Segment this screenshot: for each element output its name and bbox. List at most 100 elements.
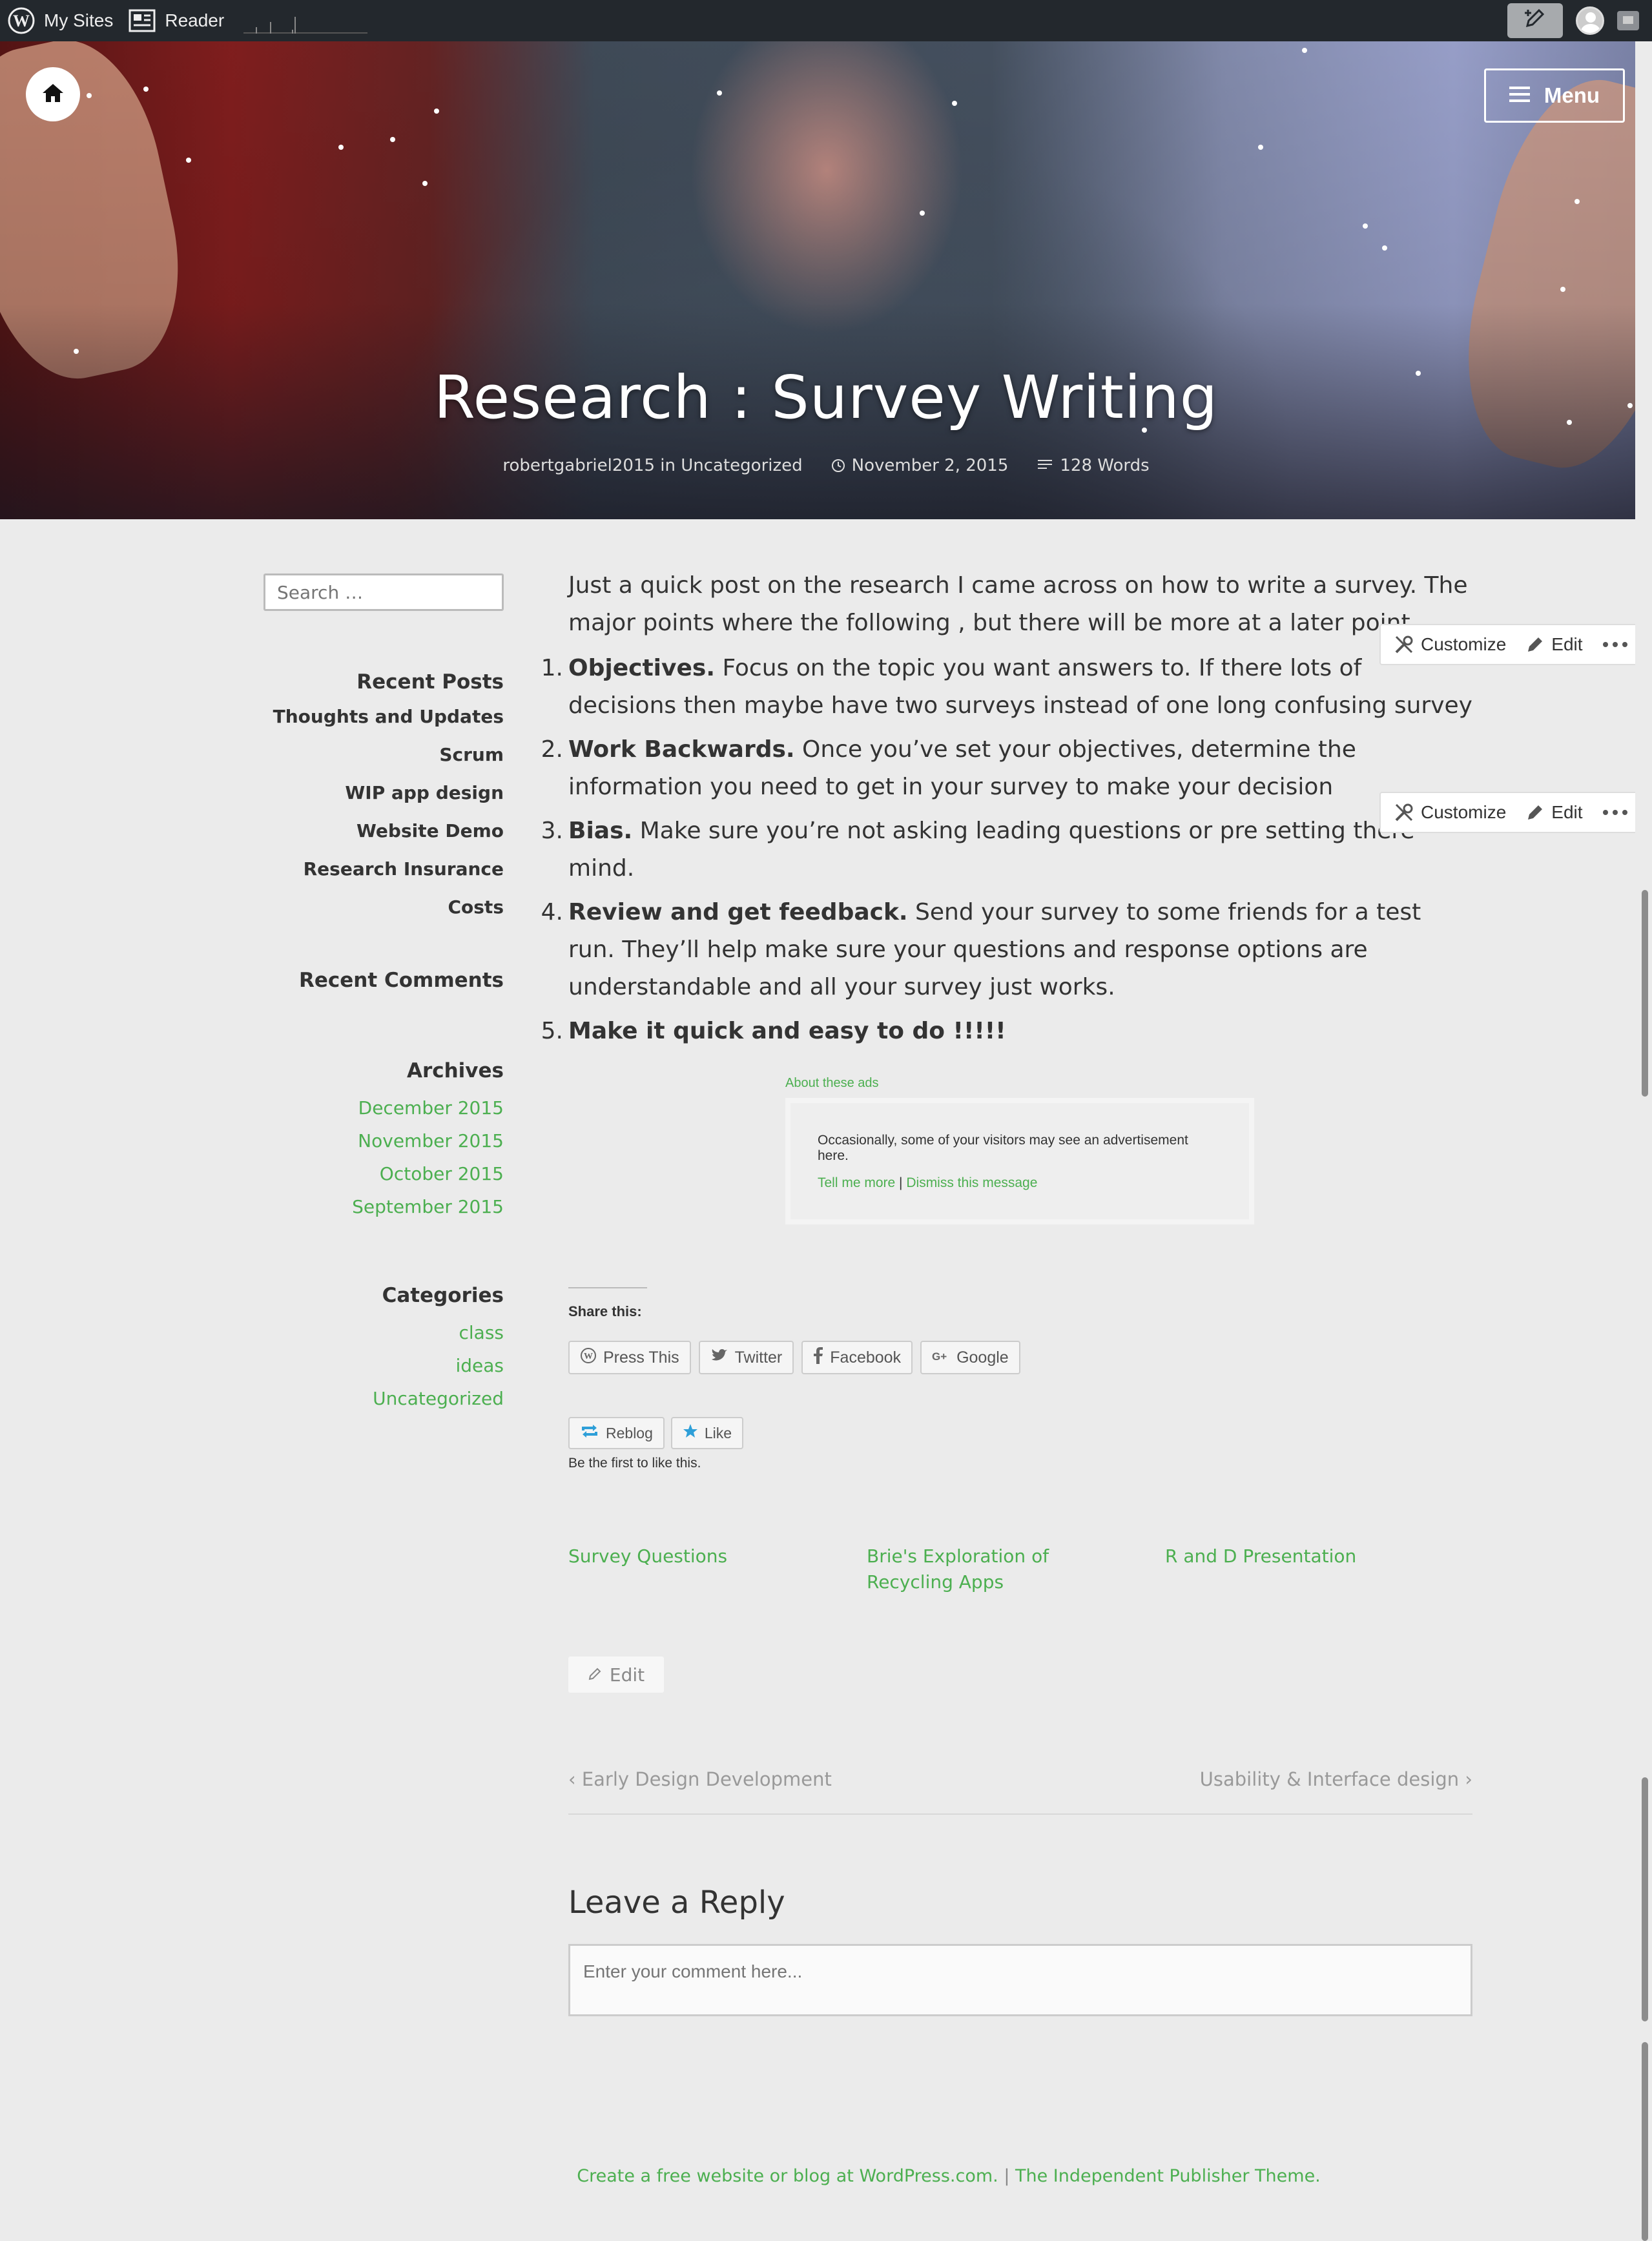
list-number: 2. xyxy=(541,736,563,763)
list-item: 1. Objectives. Focus on the topic you wan… xyxy=(541,650,1472,725)
snow-dot xyxy=(1363,223,1368,229)
more-options-icon[interactable] xyxy=(1602,809,1628,816)
recent-post-link[interactable]: Website Demo xyxy=(263,812,504,850)
point-heading: Bias. xyxy=(568,818,633,844)
press-this-label: Press This xyxy=(603,1348,679,1367)
point-heading: Objectives. xyxy=(568,655,716,681)
post-date: November 2, 2015 xyxy=(851,456,1009,475)
pencil-icon xyxy=(1525,803,1545,822)
about-ads-link[interactable]: About these ads xyxy=(785,1076,879,1091)
post-intro: Just a quick post on the research I came… xyxy=(568,572,1468,636)
google-share-button[interactable]: G+ Google xyxy=(920,1341,1020,1374)
archive-link[interactable]: September 2015 xyxy=(263,1190,504,1223)
scrollbar-thumb[interactable] xyxy=(1642,2042,1648,2241)
edit-button[interactable]: Edit xyxy=(1525,634,1583,655)
archives-list: December 2015 November 2015 October 2015… xyxy=(263,1091,504,1223)
share-title: Share this: xyxy=(568,1303,642,1319)
footer-separator: | xyxy=(998,2166,1015,2186)
recent-comments-title: Recent Comments xyxy=(299,969,504,992)
category-link[interactable]: class xyxy=(263,1316,504,1349)
user-avatar[interactable] xyxy=(1576,6,1604,35)
categories-list: class ideas Uncategorized xyxy=(263,1316,504,1415)
archive-link[interactable]: December 2015 xyxy=(263,1091,504,1124)
survey-points-list: 1. Objectives. Focus on the topic you wan… xyxy=(541,650,1472,1050)
list-item: 2. Work Backwards. Once you’ve set your o… xyxy=(541,731,1472,806)
stats-sparkline[interactable] xyxy=(243,8,368,34)
share-divider xyxy=(568,1287,647,1288)
like-note: Be the first to like this. xyxy=(568,1456,701,1471)
scrollbar-thumb[interactable] xyxy=(1642,1777,1648,2021)
dismiss-message-link[interactable]: Dismiss this message xyxy=(906,1175,1037,1190)
ad-message: Occasionally, some of your visitors may … xyxy=(818,1133,1188,1163)
category-link[interactable]: Uncategorized xyxy=(263,1382,504,1415)
list-item: 3. Bias. Make sure you’re not asking lead… xyxy=(541,812,1472,887)
recent-posts-list: Thoughts and Updates Scrum WIP app desig… xyxy=(263,697,504,926)
search-input[interactable] xyxy=(263,573,504,611)
snow-dot xyxy=(952,101,957,106)
related-post-link[interactable]: Brie's Exploration of Recycling Apps xyxy=(867,1544,1165,1595)
my-sites-menu[interactable]: W My Sites xyxy=(0,0,121,41)
snow-dot xyxy=(1302,48,1307,53)
facebook-share-button[interactable]: Facebook xyxy=(801,1341,913,1374)
scrollbar-thumb[interactable] xyxy=(1642,890,1648,1097)
reblog-button[interactable]: Reblog xyxy=(568,1417,665,1449)
tell-me-more-link[interactable]: Tell me more xyxy=(818,1175,895,1190)
related-post-link[interactable]: Survey Questions xyxy=(568,1544,867,1595)
recent-post-link[interactable]: Research Insurance Costs xyxy=(263,850,504,926)
previous-post-link[interactable]: ‹ Early Design Development xyxy=(568,1768,832,1790)
archive-link[interactable]: October 2015 xyxy=(263,1157,504,1190)
tools-icon xyxy=(1394,634,1414,655)
customize-button[interactable]: Customize xyxy=(1394,634,1506,655)
list-number: 5. xyxy=(541,1018,563,1044)
category-link[interactable]: ideas xyxy=(263,1349,504,1382)
more-options-icon[interactable] xyxy=(1602,641,1628,648)
edit-label: Edit xyxy=(609,1664,645,1686)
edit-button[interactable]: Edit xyxy=(1525,802,1583,823)
header-overlay xyxy=(0,41,1652,519)
snow-dot xyxy=(1382,245,1387,251)
menu-label: Menu xyxy=(1544,83,1600,107)
star-icon xyxy=(683,1423,698,1443)
press-this-button[interactable]: W Press This xyxy=(568,1341,691,1374)
archive-link[interactable]: November 2015 xyxy=(263,1124,504,1157)
reblog-label: Reblog xyxy=(606,1424,653,1441)
facebook-label: Facebook xyxy=(830,1348,902,1367)
post-content: Just a quick post on the research I came… xyxy=(541,567,1472,1057)
next-post-link[interactable]: Usability & Interface design › xyxy=(1200,1768,1472,1790)
like-button[interactable]: Like xyxy=(670,1417,744,1449)
my-sites-label: My Sites xyxy=(44,10,114,30)
snow-dot xyxy=(186,158,191,163)
edit-post-button[interactable]: Edit xyxy=(568,1657,664,1693)
twitter-share-button[interactable]: Twitter xyxy=(698,1341,794,1374)
snow-dot xyxy=(422,181,428,186)
theme-credit-link[interactable]: The Independent Publisher Theme. xyxy=(1015,2166,1321,2186)
reader-menu[interactable]: Reader xyxy=(121,0,232,41)
comment-input[interactable] xyxy=(568,1944,1472,2016)
related-post-link[interactable]: R and D Presentation xyxy=(1165,1544,1463,1595)
recent-post-link[interactable]: WIP app design xyxy=(263,774,504,812)
ad-links: Tell me more | Dismiss this message xyxy=(818,1175,1222,1191)
twitter-label: Twitter xyxy=(734,1348,783,1367)
post-author-category[interactable]: robertgabriel2015 in Uncategorized xyxy=(502,456,802,475)
related-posts: Survey Questions Brie's Exploration of R… xyxy=(568,1544,1463,1595)
scrollbar[interactable] xyxy=(1635,41,1652,2241)
customize-button[interactable]: Customize xyxy=(1394,802,1506,823)
edit-label: Edit xyxy=(1551,634,1583,654)
menu-button[interactable]: Menu xyxy=(1484,68,1625,123)
sidebar: Recent Posts Thoughts and Updates Scrum … xyxy=(263,573,504,1415)
ad-notice: Occasionally, some of your visitors may … xyxy=(785,1098,1254,1224)
customize-label: Customize xyxy=(1421,634,1507,654)
archives-title: Archives xyxy=(406,1059,504,1082)
facebook-icon xyxy=(813,1347,823,1368)
google-plus-icon: G+ xyxy=(932,1348,950,1367)
post-date-wrap[interactable]: November 2, 2015 xyxy=(831,456,1009,475)
recent-post-link[interactable]: Thoughts and Updates xyxy=(263,697,504,736)
recent-post-link[interactable]: Scrum xyxy=(263,736,504,774)
write-post-button[interactable] xyxy=(1507,3,1563,38)
customize-toolbar: Customize Edit xyxy=(1379,624,1642,665)
ad-link-separator: | xyxy=(899,1175,903,1190)
twitter-icon xyxy=(710,1348,728,1368)
home-button[interactable] xyxy=(26,67,80,121)
notifications-icon[interactable] xyxy=(1617,11,1639,30)
wordpress-credit-link[interactable]: Create a free website or blog at WordPre… xyxy=(577,2166,998,2186)
